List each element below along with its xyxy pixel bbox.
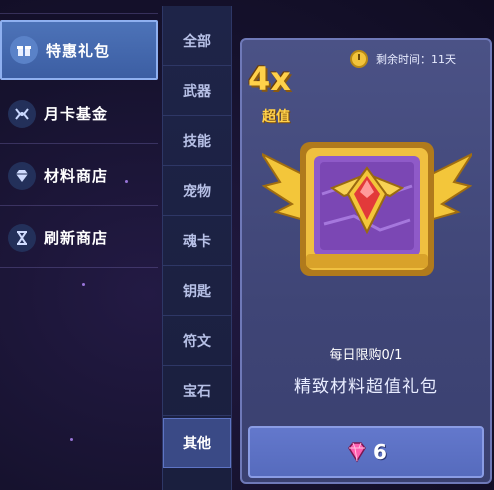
category-list: 全部 武器 技能 宠物 魂卡 钥匙 符文 宝石 其他 (162, 6, 232, 490)
treasure-chest-icon (262, 142, 472, 276)
price: 6 (373, 440, 387, 464)
multiplier-badge: 4x (248, 60, 291, 98)
sidebar-item-special-offer[interactable]: 特惠礼包 (0, 20, 158, 80)
sidebar-item-label: 刷新商店 (44, 229, 109, 247)
category-gem[interactable]: 宝石 (163, 366, 231, 416)
card-fund-icon (8, 99, 36, 128)
offer-card: 剩余时间：11天 4x 超值 每日限购0/1 精致材料超值礼包 6 (240, 38, 492, 484)
category-all[interactable]: 全部 (163, 16, 231, 66)
sidebar-top-divider (0, 0, 158, 14)
diamond-icon (8, 161, 36, 190)
sidebar-item-label: 月卡基金 (44, 105, 109, 123)
sidebar-item-material-shop[interactable]: 材料商店 (0, 146, 158, 206)
category-pet[interactable]: 宠物 (163, 166, 231, 216)
category-other[interactable]: 其他 (163, 418, 231, 468)
buy-button[interactable]: 6 (248, 426, 484, 478)
category-weapon[interactable]: 武器 (163, 66, 231, 116)
category-key[interactable]: 钥匙 (163, 266, 231, 316)
sidebar-item-label: 材料商店 (44, 167, 109, 185)
remaining-time-text: 剩余时间：11天 (376, 53, 456, 66)
clock-icon (350, 50, 368, 68)
category-soul-card[interactable]: 魂卡 (163, 216, 231, 266)
purchase-limit: 每日限购0/1 (329, 348, 403, 363)
offer-name: 精致材料超值礼包 (294, 377, 438, 397)
hourglass-icon (8, 223, 36, 252)
category-rune[interactable]: 符文 (163, 316, 231, 366)
category-skill[interactable]: 技能 (163, 116, 231, 166)
sidebar-item-label: 特惠礼包 (46, 41, 111, 60)
gem-icon (348, 442, 366, 463)
gift-icon (10, 36, 38, 64)
remaining-time: 剩余时间：11天 (350, 48, 456, 70)
sidebar: 特惠礼包 月卡基金 材料商店 刷新商店 (0, 0, 158, 490)
sidebar-item-refresh-shop[interactable]: 刷新商店 (0, 208, 158, 268)
sidebar-item-monthly-card[interactable]: 月卡基金 (0, 84, 158, 144)
value-tag: 超值 (262, 109, 290, 125)
